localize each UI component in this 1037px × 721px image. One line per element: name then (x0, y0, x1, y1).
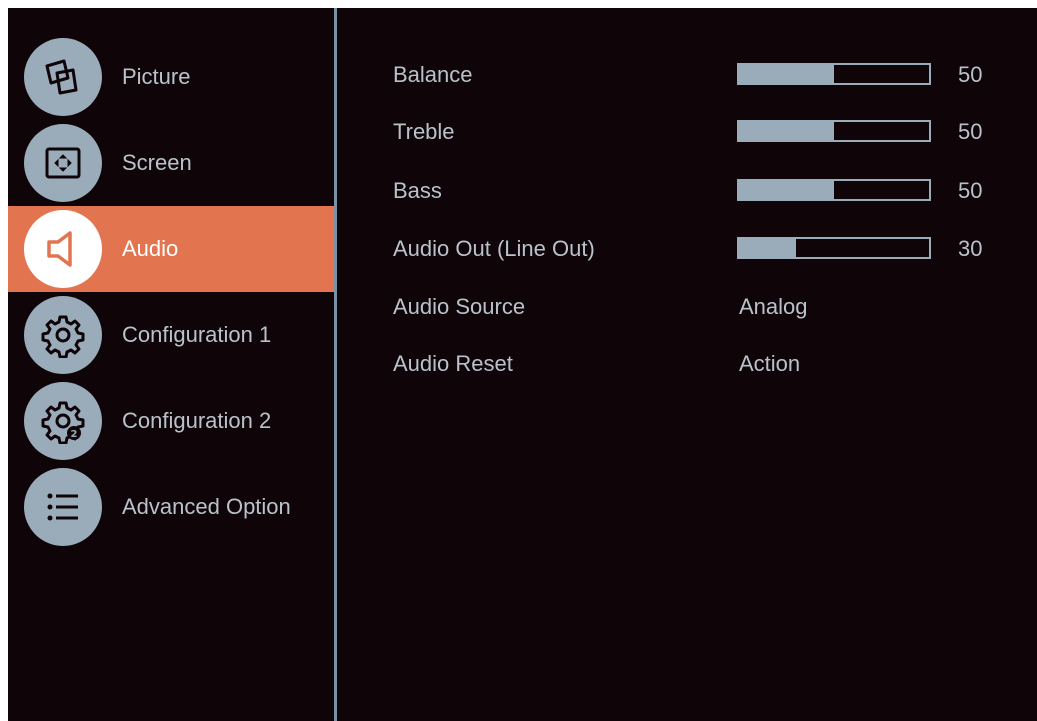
speaker-icon (24, 210, 102, 288)
setting-row-audio-reset[interactable]: Audio Reset Action (393, 349, 1037, 379)
setting-label: Balance (393, 62, 473, 87)
setting-label: Treble (393, 119, 455, 144)
sidebar-item-label: Configuration 1 (122, 322, 272, 347)
audio-out-slider[interactable] (737, 237, 931, 259)
gear-icon (24, 296, 102, 374)
sidebar-item-label: Configuration 2 (122, 408, 272, 433)
slider-fill (739, 239, 796, 257)
treble-slider[interactable] (737, 120, 931, 142)
list-icon (24, 468, 102, 546)
sidebar-item-configuration-1[interactable]: Configuration 1 (8, 292, 334, 378)
setting-label: Audio Out (Line Out) (393, 236, 595, 261)
audio-settings-panel: Balance 50 Treble 50 Bass 50 Audio Out (… (337, 8, 1037, 721)
gear-2-icon: 2 (24, 382, 102, 460)
setting-value: 50 (958, 178, 983, 203)
setting-row-audio-out[interactable]: Audio Out (Line Out) 30 (393, 234, 1037, 264)
picture-icon (24, 38, 102, 116)
setting-value: 30 (958, 236, 983, 261)
osd-window: Picture Screen Audio Configuration 1 2 C… (8, 8, 1037, 721)
setting-row-bass[interactable]: Bass 50 (393, 176, 1037, 206)
sidebar-item-label: Screen (122, 150, 192, 175)
audio-reset-action[interactable]: Action (739, 349, 800, 379)
sidebar-item-screen[interactable]: Screen (8, 120, 334, 206)
sidebar-item-label: Picture (122, 64, 191, 89)
sidebar-item-configuration-2[interactable]: 2 Configuration 2 (8, 378, 334, 464)
setting-value: 50 (958, 62, 983, 87)
slider-fill (739, 65, 834, 83)
setting-row-audio-source[interactable]: Audio Source Analog (393, 292, 1037, 322)
sidebar-item-label: Advanced Option (122, 494, 291, 519)
setting-row-balance[interactable]: Balance 50 (393, 60, 1037, 90)
sidebar-item-advanced-option[interactable]: Advanced Option (8, 464, 334, 550)
sidebar-item-label: Audio (122, 236, 179, 261)
setting-label: Bass (393, 178, 442, 203)
sidebar-menu: Picture Screen Audio Configuration 1 2 C… (8, 8, 334, 721)
sidebar-item-picture[interactable]: Picture (8, 34, 334, 120)
sidebar-item-audio[interactable]: Audio (8, 206, 334, 292)
bass-slider[interactable] (737, 179, 931, 201)
slider-fill (739, 181, 834, 199)
slider-fill (739, 122, 834, 140)
setting-row-treble[interactable]: Treble 50 (393, 117, 1037, 147)
setting-value: 50 (958, 119, 983, 144)
screen-icon (24, 124, 102, 202)
balance-slider[interactable] (737, 63, 931, 85)
svg-text:2: 2 (71, 429, 78, 440)
setting-label: Audio Reset (393, 351, 513, 376)
setting-label: Audio Source (393, 294, 526, 319)
audio-source-value[interactable]: Analog (739, 292, 808, 322)
